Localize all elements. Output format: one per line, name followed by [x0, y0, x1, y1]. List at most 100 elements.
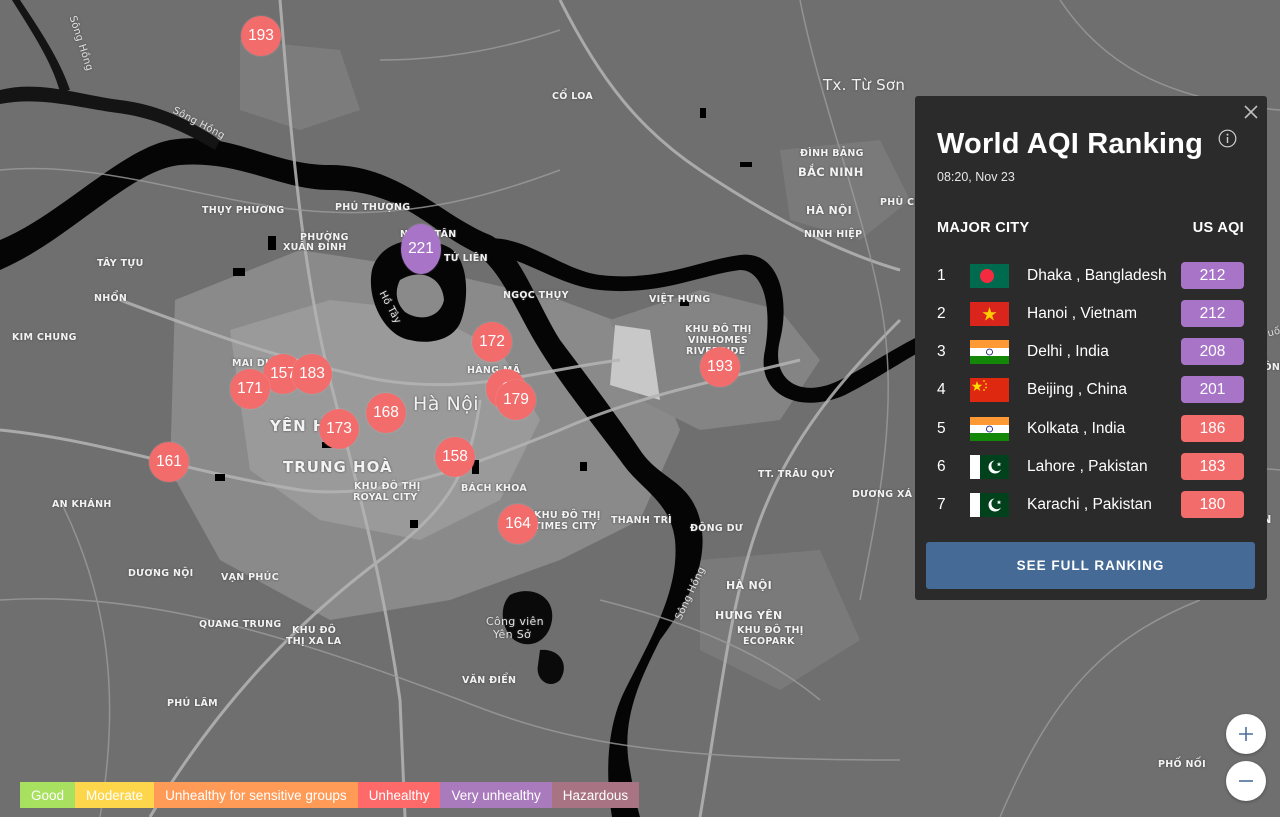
label-duong-xa: DƯƠNG XÁ: [852, 489, 913, 500]
timestamp: 08:20, Nov 23: [937, 170, 1015, 184]
vietnam-flag-icon: [970, 302, 1009, 326]
close-icon[interactable]: [1241, 102, 1261, 122]
minus-icon: [1239, 780, 1253, 782]
pakistan-flag-icon: [970, 493, 1009, 517]
aqi-marker[interactable]: 193: [700, 347, 740, 387]
aqi-legend: Good Moderate Unhealthy for sensitive gr…: [20, 782, 640, 808]
bangladesh-flag-icon: [970, 264, 1009, 288]
label-trung-hoa: TRUNG HOÀ: [283, 458, 393, 476]
label-hung-yen: HƯNG YÊN: [715, 609, 783, 622]
ranking-row[interactable]: 1 Dhaka , Bangladesh 212: [915, 262, 1267, 290]
ranking-row[interactable]: 5 Kolkata , India 186: [915, 415, 1267, 443]
ranking-row[interactable]: 6 Lahore , Pakistan 183: [915, 453, 1267, 481]
column-header-aqi: US AQI: [1192, 220, 1244, 236]
label-kim-chung: KIM CHUNG: [12, 332, 77, 343]
label-quang-trung: QUANG TRUNG: [199, 619, 282, 630]
aqi-marker[interactable]: 179: [496, 380, 536, 420]
pakistan-flag-icon: [970, 455, 1009, 479]
label-duong-noi: DƯƠNG NỘI: [128, 568, 194, 579]
aqi-marker[interactable]: 183: [292, 354, 332, 394]
aqi-badge: 183: [1181, 453, 1244, 480]
label-tt-trau-quy: TT. TRÂU QUỲ: [758, 469, 835, 480]
label-vinhomes-2: VINHOMES: [688, 335, 749, 346]
city-name: Delhi , India: [1027, 343, 1109, 360]
label-xa-la-2: THỊ XA LA: [286, 636, 342, 647]
label-dong-du: ĐÔNG DƯ: [690, 523, 744, 534]
label-pho-noi: PHỐ NỐI: [1158, 759, 1206, 770]
aqi-ranking-panel: World AQI Ranking 08:20, Nov 23 MAJOR CI…: [915, 96, 1267, 600]
label-tx-tu-son: Tx. Từ Sơn: [823, 76, 906, 94]
label-ecopark-2: ECOPARK: [743, 636, 795, 647]
ranking-row[interactable]: 4 Beijing , China 201: [915, 376, 1267, 404]
label-van-dien: VĂN ĐIỂN: [462, 675, 517, 686]
label-van-phuc: VẠN PHÚC: [221, 572, 279, 583]
aqi-marker[interactable]: 171: [230, 369, 270, 409]
panel-title: World AQI Ranking: [937, 128, 1204, 160]
label-dinh-bang: ĐÌNH BẢNG: [800, 148, 864, 159]
city-name: Dhaka , Bangladesh: [1027, 267, 1167, 284]
city-name: Beijing , China: [1027, 381, 1127, 398]
label-times-2: TIMES CITY: [534, 521, 597, 532]
label-xa-la-1: KHU ĐÔ: [292, 625, 337, 636]
zoom-in-button[interactable]: [1226, 714, 1266, 754]
label-ninh-hiep: NINH HIỆP: [804, 229, 863, 240]
aqi-marker[interactable]: 173: [319, 409, 359, 449]
aqi-marker[interactable]: 193: [241, 16, 281, 56]
india-flag-icon: [970, 417, 1009, 441]
aqi-marker[interactable]: 164: [498, 504, 538, 544]
plus-icon: [1239, 727, 1253, 741]
label-ha-noi-ne: HÀ NỘI: [806, 204, 852, 217]
aqi-marker[interactable]: 168: [366, 393, 406, 433]
label-phu-lam: PHÚ LÃM: [167, 698, 218, 709]
aqi-badge: 212: [1181, 262, 1244, 289]
city-name: Karachi , Pakistan: [1027, 496, 1152, 513]
label-tay-tuu: TÂY TỰU: [97, 258, 144, 269]
ranking-row[interactable]: 2 Hanoi , Vietnam 212: [915, 300, 1267, 328]
aqi-badge: 180: [1181, 491, 1244, 518]
label-co-loa: CỔ LOA: [552, 91, 594, 102]
legend-unhealthy[interactable]: Unhealthy: [357, 782, 441, 808]
label-phu-thuong: PHÚ THƯỢNG: [335, 202, 411, 213]
label-cong-vien-1: Công viên: [486, 615, 544, 628]
label-thuy-phuong: THỤY PHƯƠNG: [202, 205, 285, 216]
aqi-badge: 186: [1181, 415, 1244, 442]
rank-number: 7: [937, 496, 946, 513]
label-ha-noi-city: Hà Nội: [413, 393, 480, 415]
label-ngoc-thuy: NGỌC THỤY: [503, 290, 569, 301]
zoom-out-button[interactable]: [1226, 761, 1266, 801]
label-times-1: KHU ĐÔ THỊ: [534, 510, 601, 521]
label-bac-ninh: BẮC NINH: [798, 165, 864, 179]
city-name: Kolkata , India: [1027, 420, 1126, 437]
label-vinhomes-1: KHU ĐÔ THỊ: [685, 324, 752, 335]
legend-hazardous[interactable]: Hazardous: [551, 782, 640, 808]
aqi-marker[interactable]: 158: [435, 437, 475, 477]
label-nhon: NHỔN: [94, 293, 128, 304]
legend-good[interactable]: Good: [20, 782, 76, 808]
label-bach-khoa: BÁCH KHOA: [461, 483, 528, 494]
city-name: Hanoi , Vietnam: [1027, 305, 1137, 322]
label-ecopark-1: KHU ĐÔ THỊ: [737, 625, 804, 636]
label-viet-hung: VIỆT HƯNG: [649, 294, 711, 305]
rank-number: 1: [937, 267, 946, 284]
column-header-city: MAJOR CITY: [937, 220, 1030, 236]
legend-very-unhealthy[interactable]: Very unhealthy: [440, 782, 552, 808]
label-cong-vien-2: Yên Sở: [493, 628, 532, 641]
ranking-row[interactable]: 3 Delhi , India 208: [915, 338, 1267, 366]
city-name: Lahore , Pakistan: [1027, 458, 1148, 475]
india-flag-icon: [970, 340, 1009, 364]
rank-number: 5: [937, 420, 946, 437]
info-icon[interactable]: [1218, 129, 1237, 148]
label-tu-lien: TỨ LIÊN: [444, 253, 488, 264]
legend-unhealthy-sensitive[interactable]: Unhealthy for sensitive groups: [154, 782, 358, 808]
aqi-badge: 208: [1181, 338, 1244, 365]
aqi-marker[interactable]: 172: [472, 322, 512, 362]
aqi-marker[interactable]: 161: [149, 442, 189, 482]
legend-moderate[interactable]: Moderate: [75, 782, 155, 808]
rank-number: 6: [937, 458, 946, 475]
aqi-marker[interactable]: 221: [401, 224, 441, 274]
ranking-row[interactable]: 7 Karachi , Pakistan 180: [915, 491, 1267, 519]
aqi-badge: 212: [1181, 300, 1244, 327]
rank-number: 4: [937, 381, 946, 398]
see-full-ranking-button[interactable]: SEE FULL RANKING: [926, 542, 1255, 589]
china-flag-icon: [970, 378, 1009, 402]
